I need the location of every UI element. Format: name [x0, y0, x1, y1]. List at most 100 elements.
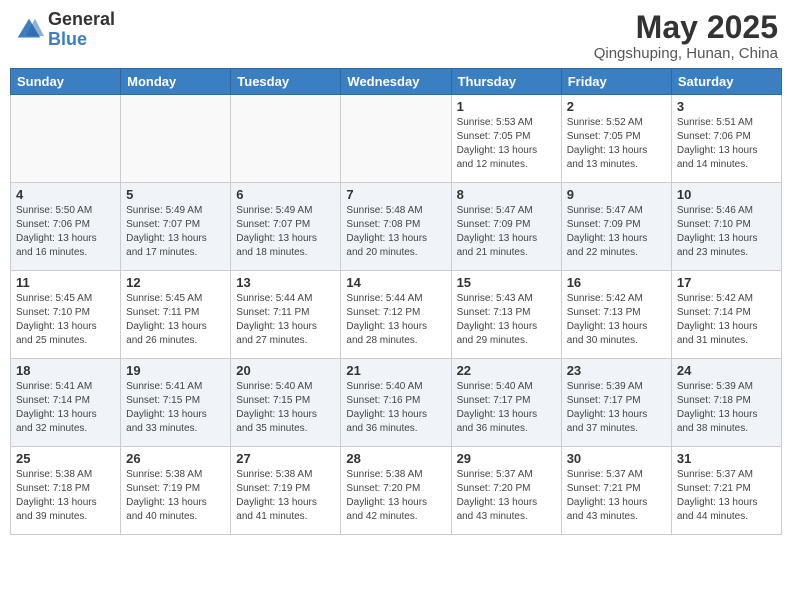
calendar-week-row: 25 Sunrise: 5:38 AM Sunset: 7:18 PM Dayli…: [11, 447, 782, 535]
day-info: Sunrise: 5:37 AM Sunset: 7:21 PM Dayligh…: [677, 468, 776, 524]
day-info: Sunrise: 5:45 AM Sunset: 7:11 PM Dayligh…: [126, 292, 225, 348]
calendar-cell: 25 Sunrise: 5:38 AM Sunset: 7:18 PM Dayli…: [11, 447, 121, 535]
day-number: 3: [677, 99, 776, 114]
day-number: 27: [236, 451, 335, 466]
day-info: Sunrise: 5:38 AM Sunset: 7:18 PM Dayligh…: [16, 468, 115, 524]
calendar-table: SundayMondayTuesdayWednesdayThursdayFrid…: [10, 68, 782, 535]
day-number: 21: [346, 363, 445, 378]
day-number: 23: [567, 363, 666, 378]
weekday-header-tuesday: Tuesday: [231, 69, 341, 95]
location: Qingshuping, Hunan, China: [594, 45, 778, 62]
day-info: Sunrise: 5:50 AM Sunset: 7:06 PM Dayligh…: [16, 204, 115, 260]
day-info: Sunrise: 5:48 AM Sunset: 7:08 PM Dayligh…: [346, 204, 445, 260]
day-info: Sunrise: 5:40 AM Sunset: 7:16 PM Dayligh…: [346, 380, 445, 436]
calendar-cell: 17 Sunrise: 5:42 AM Sunset: 7:14 PM Dayli…: [671, 271, 781, 359]
weekday-header-wednesday: Wednesday: [341, 69, 451, 95]
calendar-cell: 4 Sunrise: 5:50 AM Sunset: 7:06 PM Daylig…: [11, 183, 121, 271]
day-number: 4: [16, 187, 115, 202]
calendar-cell: 5 Sunrise: 5:49 AM Sunset: 7:07 PM Daylig…: [121, 183, 231, 271]
logo: General Blue: [14, 10, 115, 50]
day-number: 12: [126, 275, 225, 290]
day-number: 5: [126, 187, 225, 202]
calendar-cell: 1 Sunrise: 5:53 AM Sunset: 7:05 PM Daylig…: [451, 95, 561, 183]
day-number: 22: [457, 363, 556, 378]
calendar-week-row: 1 Sunrise: 5:53 AM Sunset: 7:05 PM Daylig…: [11, 95, 782, 183]
day-info: Sunrise: 5:42 AM Sunset: 7:14 PM Dayligh…: [677, 292, 776, 348]
calendar-cell: 26Sunrise: 5:38 AM Sunset: 7:19 PM Dayli…: [121, 447, 231, 535]
day-info: Sunrise: 5:49 AM Sunset: 7:07 PM Dayligh…: [126, 204, 225, 260]
calendar-cell: 10 Sunrise: 5:46 AM Sunset: 7:10 PM Dayli…: [671, 183, 781, 271]
calendar-cell: 19 Sunrise: 5:41 AM Sunset: 7:15 PM Dayli…: [121, 359, 231, 447]
calendar-cell: 18 Sunrise: 5:41 AM Sunset: 7:14 PM Dayli…: [11, 359, 121, 447]
day-info: Sunrise: 5:44 AM Sunset: 7:12 PM Dayligh…: [346, 292, 445, 348]
calendar-cell: 7Sunrise: 5:48 AM Sunset: 7:08 PM Daylig…: [341, 183, 451, 271]
calendar-cell: [121, 95, 231, 183]
day-info: Sunrise: 5:46 AM Sunset: 7:10 PM Dayligh…: [677, 204, 776, 260]
calendar-cell: 9Sunrise: 5:47 AM Sunset: 7:09 PM Daylig…: [561, 183, 671, 271]
calendar-cell: 22 Sunrise: 5:40 AM Sunset: 7:17 PM Dayli…: [451, 359, 561, 447]
calendar-cell: 31Sunrise: 5:37 AM Sunset: 7:21 PM Dayli…: [671, 447, 781, 535]
calendar-cell: 8 Sunrise: 5:47 AM Sunset: 7:09 PM Daylig…: [451, 183, 561, 271]
day-number: 17: [677, 275, 776, 290]
logo-icon: [14, 15, 44, 45]
day-info: Sunrise: 5:41 AM Sunset: 7:14 PM Dayligh…: [16, 380, 115, 436]
calendar-week-row: 11Sunrise: 5:45 AM Sunset: 7:10 PM Dayli…: [11, 271, 782, 359]
day-info: Sunrise: 5:37 AM Sunset: 7:21 PM Dayligh…: [567, 468, 666, 524]
day-info: Sunrise: 5:44 AM Sunset: 7:11 PM Dayligh…: [236, 292, 335, 348]
day-number: 25: [16, 451, 115, 466]
logo-blue: Blue: [48, 30, 115, 50]
calendar-cell: 16 Sunrise: 5:42 AM Sunset: 7:13 PM Dayli…: [561, 271, 671, 359]
calendar-cell: [11, 95, 121, 183]
calendar-cell: 15Sunrise: 5:43 AM Sunset: 7:13 PM Dayli…: [451, 271, 561, 359]
weekday-header-row: SundayMondayTuesdayWednesdayThursdayFrid…: [11, 69, 782, 95]
day-number: 8: [457, 187, 556, 202]
calendar-cell: 27Sunrise: 5:38 AM Sunset: 7:19 PM Dayli…: [231, 447, 341, 535]
calendar-cell: 11Sunrise: 5:45 AM Sunset: 7:10 PM Dayli…: [11, 271, 121, 359]
day-info: Sunrise: 5:39 AM Sunset: 7:17 PM Dayligh…: [567, 380, 666, 436]
day-info: Sunrise: 5:39 AM Sunset: 7:18 PM Dayligh…: [677, 380, 776, 436]
day-number: 1: [457, 99, 556, 114]
calendar-cell: 6 Sunrise: 5:49 AM Sunset: 7:07 PM Daylig…: [231, 183, 341, 271]
day-info: Sunrise: 5:43 AM Sunset: 7:13 PM Dayligh…: [457, 292, 556, 348]
day-number: 24: [677, 363, 776, 378]
day-number: 13: [236, 275, 335, 290]
day-info: Sunrise: 5:37 AM Sunset: 7:20 PM Dayligh…: [457, 468, 556, 524]
weekday-header-saturday: Saturday: [671, 69, 781, 95]
day-info: Sunrise: 5:47 AM Sunset: 7:09 PM Dayligh…: [457, 204, 556, 260]
day-info: Sunrise: 5:52 AM Sunset: 7:05 PM Dayligh…: [567, 116, 666, 172]
weekday-header-friday: Friday: [561, 69, 671, 95]
calendar-cell: [231, 95, 341, 183]
day-number: 16: [567, 275, 666, 290]
day-number: 14: [346, 275, 445, 290]
calendar-cell: 23 Sunrise: 5:39 AM Sunset: 7:17 PM Dayli…: [561, 359, 671, 447]
day-info: Sunrise: 5:51 AM Sunset: 7:06 PM Dayligh…: [677, 116, 776, 172]
calendar-cell: 30 Sunrise: 5:37 AM Sunset: 7:21 PM Dayli…: [561, 447, 671, 535]
day-number: 19: [126, 363, 225, 378]
day-number: 30: [567, 451, 666, 466]
day-info: Sunrise: 5:42 AM Sunset: 7:13 PM Dayligh…: [567, 292, 666, 348]
calendar-cell: 24 Sunrise: 5:39 AM Sunset: 7:18 PM Dayli…: [671, 359, 781, 447]
day-info: Sunrise: 5:53 AM Sunset: 7:05 PM Dayligh…: [457, 116, 556, 172]
calendar-cell: 29 Sunrise: 5:37 AM Sunset: 7:20 PM Dayli…: [451, 447, 561, 535]
day-number: 28: [346, 451, 445, 466]
day-number: 18: [16, 363, 115, 378]
month-title: May 2025: [594, 10, 778, 45]
day-info: Sunrise: 5:49 AM Sunset: 7:07 PM Dayligh…: [236, 204, 335, 260]
calendar-cell: 3 Sunrise: 5:51 AM Sunset: 7:06 PM Daylig…: [671, 95, 781, 183]
day-info: Sunrise: 5:41 AM Sunset: 7:15 PM Dayligh…: [126, 380, 225, 436]
page-header: General Blue May 2025 Qingshuping, Hunan…: [10, 10, 782, 62]
calendar-cell: 20Sunrise: 5:40 AM Sunset: 7:15 PM Dayli…: [231, 359, 341, 447]
logo-general: General: [48, 10, 115, 30]
weekday-header-sunday: Sunday: [11, 69, 121, 95]
calendar-cell: 2Sunrise: 5:52 AM Sunset: 7:05 PM Daylig…: [561, 95, 671, 183]
calendar-week-row: 4 Sunrise: 5:50 AM Sunset: 7:06 PM Daylig…: [11, 183, 782, 271]
weekday-header-monday: Monday: [121, 69, 231, 95]
day-info: Sunrise: 5:38 AM Sunset: 7:19 PM Dayligh…: [126, 468, 225, 524]
day-number: 10: [677, 187, 776, 202]
day-number: 6: [236, 187, 335, 202]
day-info: Sunrise: 5:40 AM Sunset: 7:17 PM Dayligh…: [457, 380, 556, 436]
day-number: 29: [457, 451, 556, 466]
calendar-cell: 14 Sunrise: 5:44 AM Sunset: 7:12 PM Dayli…: [341, 271, 451, 359]
day-info: Sunrise: 5:40 AM Sunset: 7:15 PM Dayligh…: [236, 380, 335, 436]
calendar-cell: 28Sunrise: 5:38 AM Sunset: 7:20 PM Dayli…: [341, 447, 451, 535]
